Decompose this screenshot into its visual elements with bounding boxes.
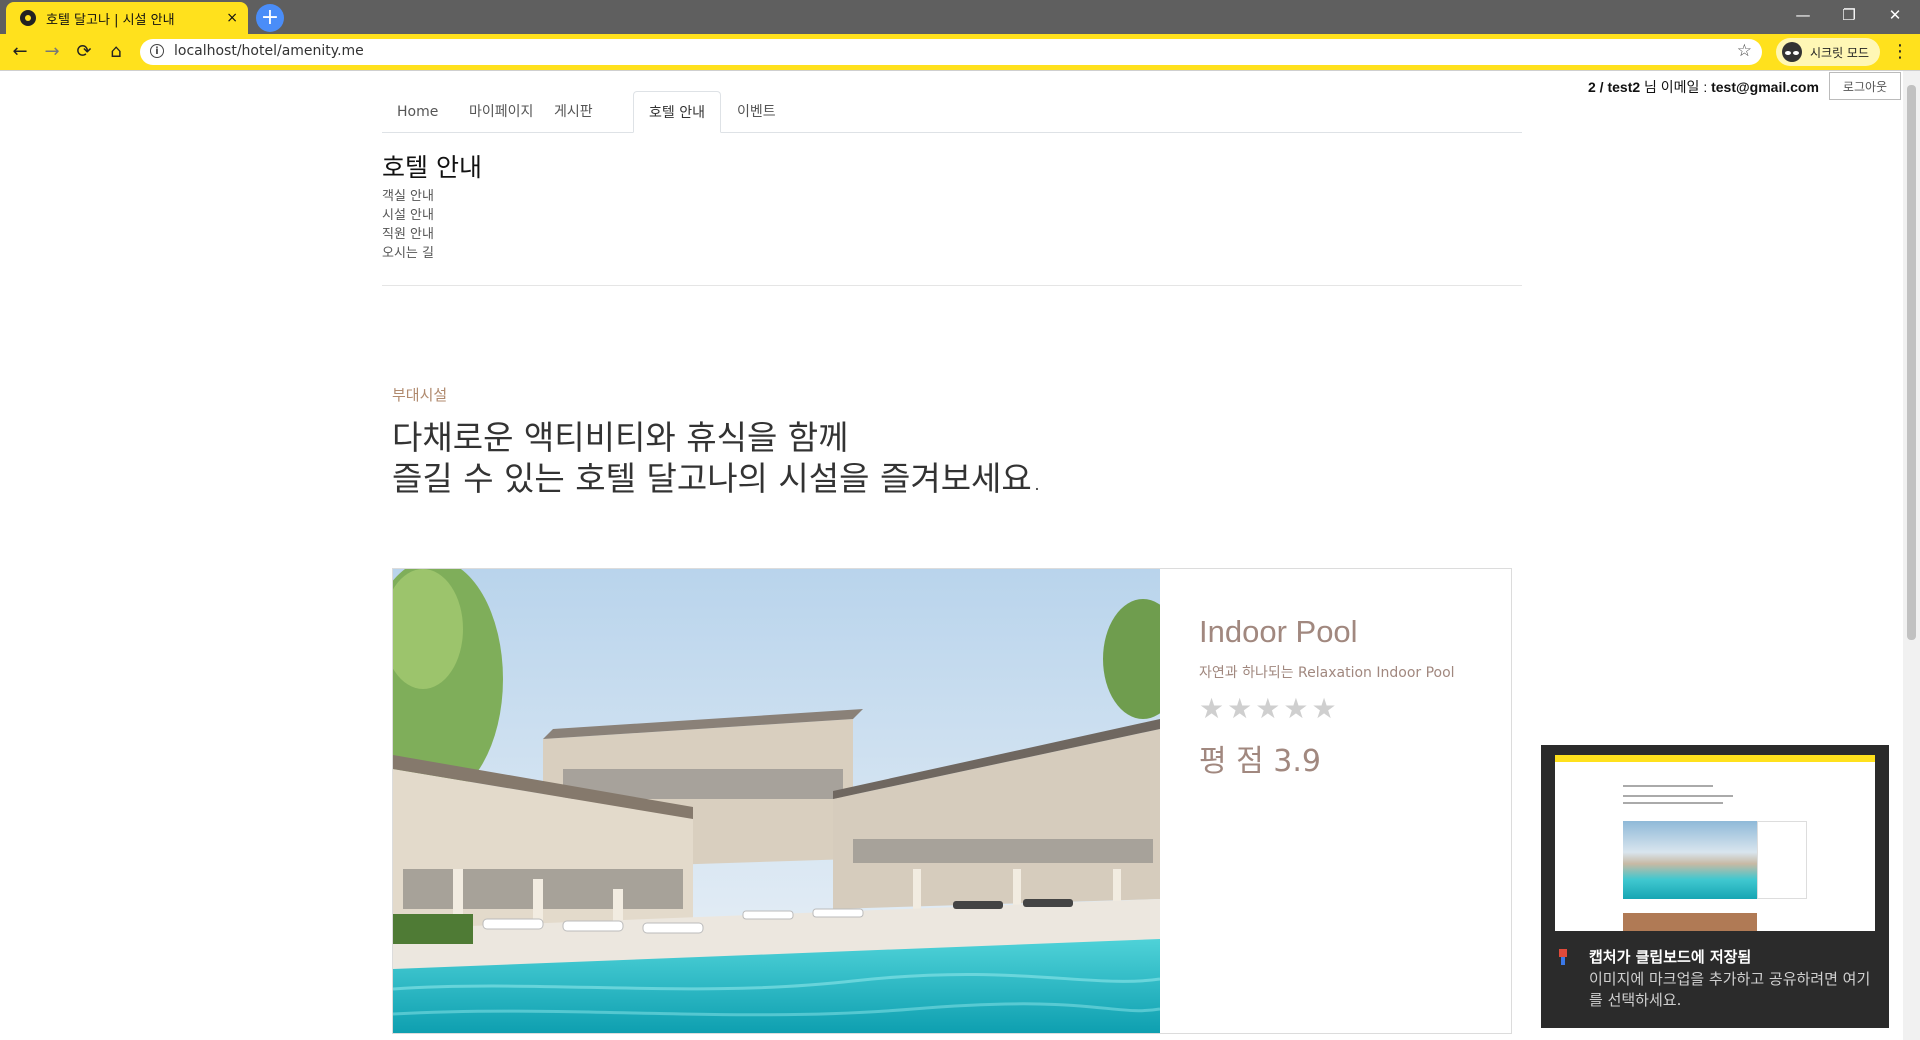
toast-body: 이미지에 마크업을 추가하고 공유하려면 여기를 선택하세요. <box>1589 970 1871 1009</box>
amenity-eyebrow: 부대시설 <box>392 386 448 404</box>
site-favicon-icon <box>20 10 36 26</box>
pool-illustration <box>393 569 1160 1033</box>
minimize-button[interactable]: — <box>1780 0 1826 30</box>
user-id: 2 / test2 <box>1588 79 1641 95</box>
headline-line-1: 다채로운 액티비티와 휴식을 함께 <box>392 418 849 457</box>
reload-icon[interactable]: ⟳ <box>72 40 96 64</box>
site-info-icon[interactable]: i <box>150 44 164 58</box>
user-email-label: 님 이메일 : <box>1640 79 1712 95</box>
submenu-link-amenities[interactable]: 시설 안내 <box>382 206 434 225</box>
main-nav-tabs: Home 마이페이지 게시판 호텔 안내 이벤트 <box>382 91 1522 133</box>
browser-toolbar: ← → ⟳ ⌂ i localhost/hotel/amenity.me ☆ 시… <box>0 34 1920 70</box>
amenity-subtitle: 자연과 하나되는 Relaxation Indoor Pool <box>1199 665 1455 681</box>
star-icon[interactable]: ★ <box>1199 694 1224 724</box>
browser-menu-icon[interactable]: ⋮ <box>1890 40 1910 64</box>
user-email: test@gmail.com <box>1711 79 1819 95</box>
hotel-submenu: 객실 안내 시설 안내 직원 안내 오시는 길 <box>382 187 434 263</box>
incognito-profile-button[interactable]: 시크릿 모드 <box>1776 38 1880 66</box>
tab-mypage[interactable]: 마이페이지 <box>454 91 548 132</box>
amenity-info: Indoor Pool 자연과 하나되는 Relaxation Indoor P… <box>1199 614 1455 780</box>
logout-button[interactable]: 로그아웃 <box>1829 72 1901 100</box>
clipboard-toast[interactable]: 캡처가 클립보드에 저장됨 이미지에 마크업을 추가하고 공유하려면 여기를 선… <box>1541 745 1889 1028</box>
tab-title: 호텔 달고나 | 시설 안내 <box>46 12 175 28</box>
incognito-label: 시크릿 모드 <box>1810 45 1870 60</box>
snip-tool-icon <box>1559 949 1567 965</box>
tab-close-icon[interactable]: × <box>226 10 238 26</box>
amenity-name: Indoor Pool <box>1199 614 1358 649</box>
scrollbar-thumb[interactable] <box>1907 85 1916 640</box>
preview-line <box>1623 795 1733 797</box>
tab-home[interactable]: Home <box>382 91 453 132</box>
submenu-link-rooms[interactable]: 객실 안내 <box>382 187 434 206</box>
restore-button[interactable]: ❐ <box>1826 0 1872 30</box>
section-divider <box>382 285 1522 286</box>
submenu-link-staff[interactable]: 직원 안내 <box>382 225 434 244</box>
browser-tab[interactable]: 호텔 달고나 | 시설 안내 × <box>6 2 248 34</box>
incognito-icon <box>1782 42 1802 62</box>
bookmark-star-icon[interactable]: ☆ <box>1737 41 1752 61</box>
tab-hotel-info[interactable]: 호텔 안내 <box>633 91 721 133</box>
rating-score: 평 점 3.9 <box>1199 744 1321 779</box>
amenity-card: Indoor Pool 자연과 하나되는 Relaxation Indoor P… <box>392 568 1512 1034</box>
page-title: 호텔 안내 <box>382 153 482 182</box>
url-text[interactable]: localhost/hotel/amenity.me <box>174 43 364 59</box>
star-icon[interactable]: ★ <box>1311 694 1336 724</box>
rating-stars[interactable]: ★ ★ ★ ★ ★ <box>1199 694 1455 724</box>
browser-tabstrip: 호텔 달고나 | 시설 안내 × + — ❐ ✕ <box>0 0 1920 34</box>
new-tab-button[interactable]: + <box>256 4 284 32</box>
address-bar[interactable]: i localhost/hotel/amenity.me ☆ <box>140 39 1762 65</box>
preview-line <box>1623 802 1723 804</box>
back-icon[interactable]: ← <box>8 40 32 64</box>
page-scrollbar[interactable] <box>1903 71 1920 1040</box>
window-close-button[interactable]: ✕ <box>1872 0 1918 30</box>
headline-line-2: 즐길 수 있는 호텔 달고나의 시설을 즐겨보세요. <box>392 459 1043 498</box>
home-icon[interactable]: ⌂ <box>104 40 128 64</box>
star-icon[interactable]: ★ <box>1283 694 1308 724</box>
star-icon[interactable]: ★ <box>1227 694 1252 724</box>
capture-preview[interactable] <box>1555 755 1875 931</box>
forward-icon[interactable]: → <box>40 40 64 64</box>
user-info: 2 / test2 님 이메일 : test@gmail.com <box>1588 77 1819 97</box>
preview-info-box <box>1757 821 1807 899</box>
preview-pool-image <box>1623 821 1757 899</box>
preview-next-image <box>1623 913 1757 931</box>
submenu-link-directions[interactable]: 오시는 길 <box>382 244 434 263</box>
indoor-pool-photo <box>393 569 1160 1033</box>
amenity-headline: 다채로운 액티비티와 휴식을 함께 즐길 수 있는 호텔 달고나의 시설을 즐겨… <box>392 417 1042 499</box>
star-icon[interactable]: ★ <box>1255 694 1280 724</box>
preview-chrome <box>1555 755 1875 762</box>
toast-title: 캡처가 클립보드에 저장됨 <box>1589 948 1752 966</box>
preview-line <box>1623 785 1713 787</box>
tab-board[interactable]: 게시판 <box>539 91 608 132</box>
tab-event[interactable]: 이벤트 <box>722 91 791 132</box>
